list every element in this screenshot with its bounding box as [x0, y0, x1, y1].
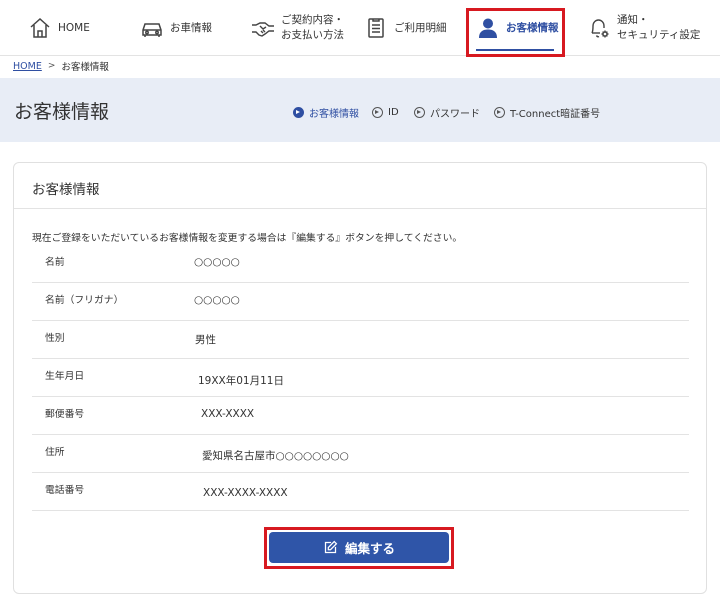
user-icon: [479, 18, 497, 38]
handshake-icon: [252, 22, 274, 37]
nav-item-car[interactable]: お車情報: [140, 0, 212, 56]
nav-label-notification-security: 通知・ セキュリティ設定: [617, 14, 701, 41]
subnav-label: ID: [388, 106, 399, 118]
row-label: 郵便番号: [45, 409, 85, 420]
info-row-phone: 電話番号 XXX-XXXX-XXXX: [32, 473, 689, 511]
top-navigation: HOME お車情報 ご契約内容・ お支払い方法 ご利用明細 お客様情報 通知・ …: [0, 0, 720, 56]
subnav-label: T-Connect暗証番号: [510, 108, 601, 120]
page-title: お客様情報: [14, 101, 110, 123]
row-label: 名前（フリガナ）: [45, 295, 124, 306]
customer-info-card: お客様情報 現在ご登録をいただいているお客様情報を変更する場合は『編集する』ボタ…: [13, 162, 707, 594]
nav-label-statement: ご利用明細: [394, 21, 447, 34]
info-row-birthdate: 生年月日 19XX年01月11日: [32, 359, 689, 397]
card-description: 現在ご登録をいただいているお客様情報を変更する場合は『編集する』ボタンを押してく…: [32, 233, 463, 244]
row-value: XXX-XXXX: [201, 408, 255, 420]
nav-label-contract: ご契約内容・ お支払い方法: [281, 14, 344, 41]
info-row-address: 住所 愛知県名古屋市○○○○○○○○: [32, 435, 689, 473]
subnav-label: パスワード: [430, 108, 480, 120]
row-value: 愛知県名古屋市○○○○○○○○: [202, 450, 349, 462]
subnav-tconnect-pin[interactable]: T-Connect暗証番号: [494, 105, 601, 120]
car-icon: [142, 23, 162, 37]
bell-gear-icon: [591, 19, 609, 38]
row-value: 男性: [195, 334, 216, 346]
edit-button[interactable]: 編集する: [269, 532, 449, 563]
subnav-label: お客様情報: [309, 108, 359, 120]
row-label: 名前: [45, 257, 65, 268]
row-label: 住所: [45, 447, 65, 458]
chevron-circle-icon: [372, 106, 383, 118]
chevron-circle-icon: [414, 106, 425, 118]
edit-icon: [324, 540, 338, 554]
chevron-circle-icon: [494, 106, 505, 118]
breadcrumb-separator: >: [47, 61, 56, 71]
nav-item-statement[interactable]: ご利用明細: [364, 0, 447, 56]
breadcrumb: HOME > お客様情報: [13, 59, 109, 74]
row-value: XXX-XXXX-XXXX: [203, 487, 288, 499]
subnav-customer-info[interactable]: お客様情報: [293, 105, 359, 120]
subnav-password[interactable]: パスワード: [414, 105, 480, 120]
row-value: 19XX年01月11日: [198, 375, 284, 387]
home-icon: [30, 17, 50, 38]
card-title: お客様情報: [32, 182, 100, 198]
row-value: ○○○○○: [194, 256, 240, 268]
row-label: 電話番号: [45, 485, 85, 496]
breadcrumb-current: お客様情報: [61, 62, 109, 73]
info-row-name: 名前 ○○○○○: [32, 245, 689, 283]
active-underline: [476, 49, 554, 51]
nav-item-notification-security[interactable]: 通知・ セキュリティ設定: [587, 0, 700, 56]
document-icon: [368, 18, 384, 38]
nav-item-contract[interactable]: ご契約内容・ お支払い方法: [251, 0, 344, 56]
nav-label-home: HOME: [58, 21, 90, 34]
info-row-gender: 性別 男性: [32, 321, 689, 359]
nav-label-customer-info: お客様情報: [506, 21, 559, 34]
page-header-band: お客様情報 お客様情報 ID パスワード T-Connect暗証番号: [0, 78, 720, 142]
row-label: 性別: [45, 333, 65, 344]
nav-item-customer-info[interactable]: お客様情報: [468, 0, 562, 56]
row-label: 生年月日: [45, 371, 85, 382]
breadcrumb-home-link[interactable]: HOME: [13, 61, 42, 72]
subnav-id[interactable]: ID: [372, 105, 399, 119]
nav-item-home[interactable]: HOME: [28, 0, 90, 56]
info-row-postal-code: 郵便番号 XXX-XXXX: [32, 397, 689, 435]
nav-label-car: お車情報: [170, 21, 212, 34]
row-value: ○○○○○: [194, 294, 240, 306]
chevron-circle-icon: [293, 106, 304, 118]
edit-button-label: 編集する: [344, 541, 395, 556]
info-row-furigana: 名前（フリガナ） ○○○○○: [32, 283, 689, 321]
divider: [14, 208, 706, 209]
